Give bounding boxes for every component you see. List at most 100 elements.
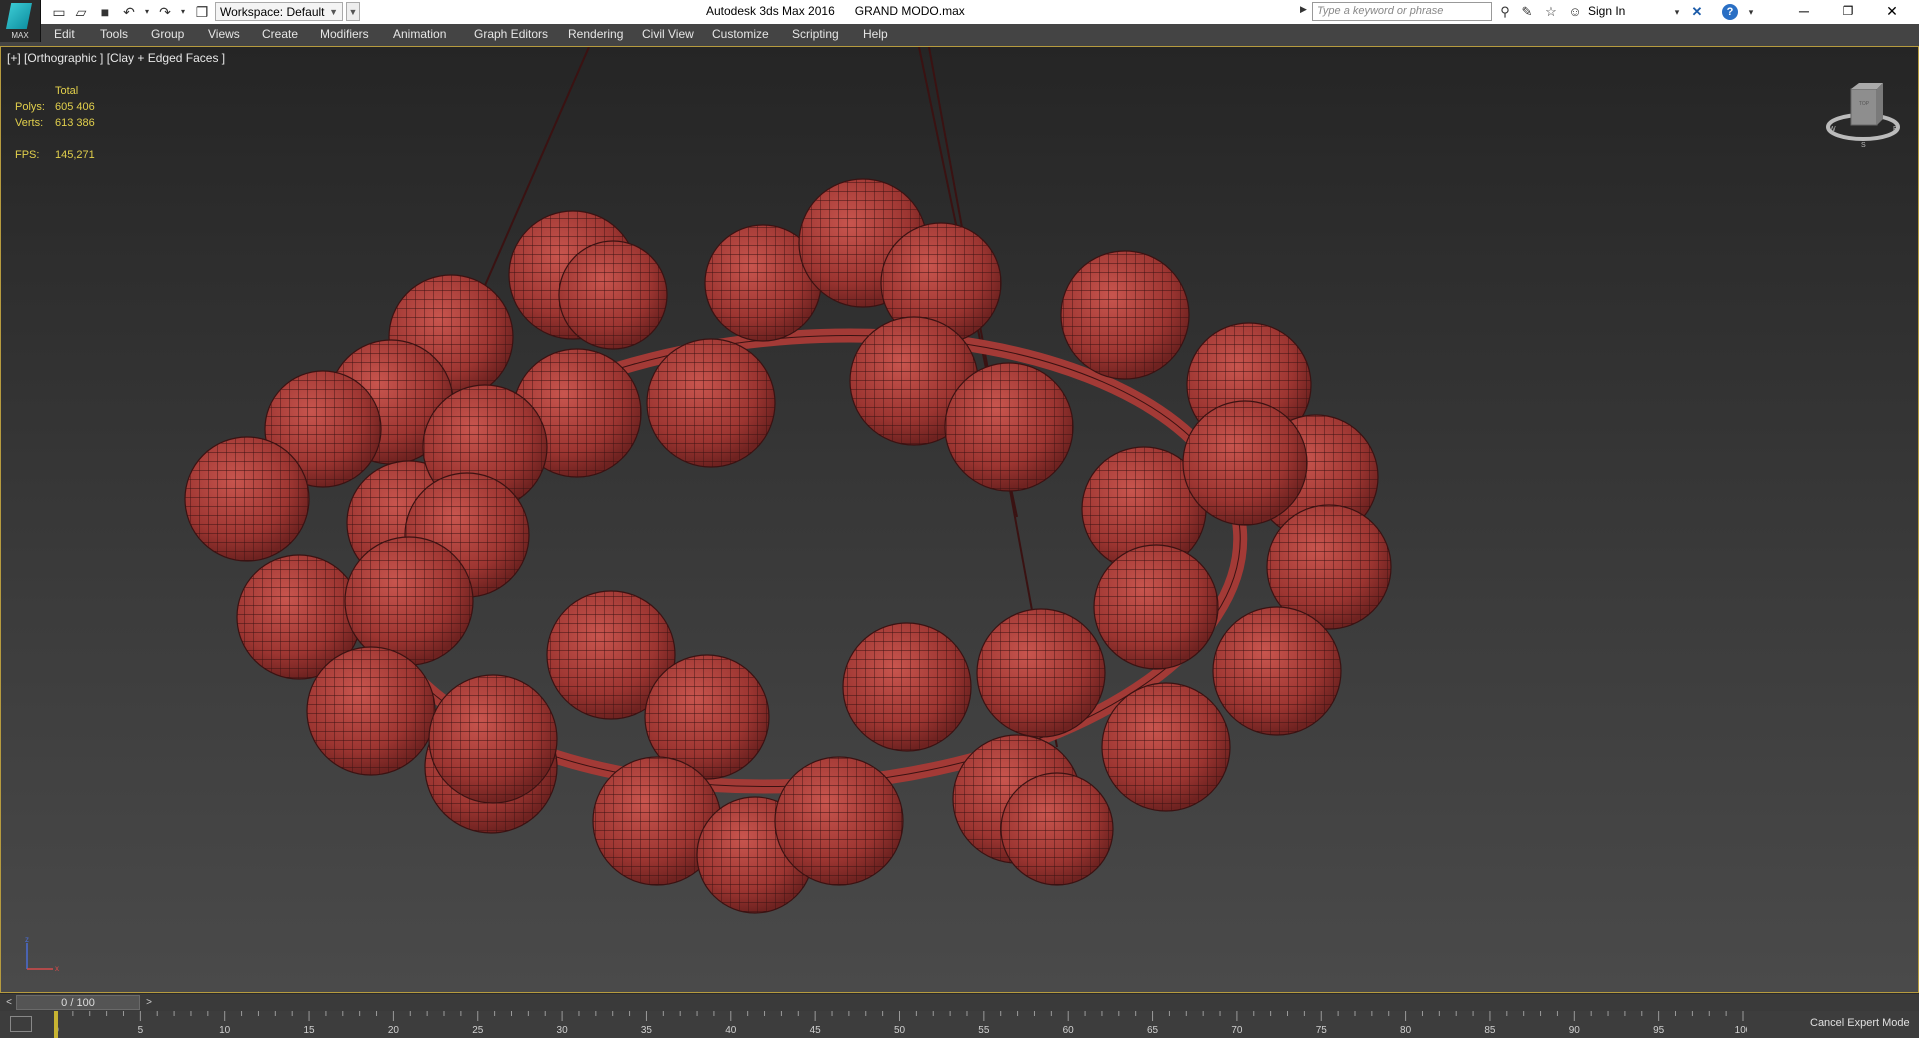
perspective-viewport[interactable]: [+] [Orthographic ] [Clay + Edged Faces …: [0, 46, 1919, 993]
project-folder-icon[interactable]: ❐: [193, 3, 211, 21]
open-file-icon[interactable]: ▱: [72, 3, 90, 21]
pendant-sphere-wireframe: [774, 756, 904, 886]
ruler-tick-label: 15: [303, 1025, 315, 1036]
new-file-icon[interactable]: ▭: [50, 3, 68, 21]
previous-frame-icon[interactable]: <: [2, 996, 16, 1010]
menu-rendering[interactable]: Rendering: [568, 27, 623, 41]
sphere-group: [184, 178, 1392, 914]
sign-in-dropdown-icon[interactable]: ▾: [1668, 3, 1686, 21]
pendant-sphere-wireframe: [1182, 400, 1308, 526]
binoculars-icon[interactable]: ⚲: [1496, 3, 1514, 21]
pendant-sphere-wireframe: [1000, 772, 1114, 886]
viewport-label-menu[interactable]: [+] [Orthographic ] [Clay + Edged Faces …: [7, 51, 225, 65]
user-icon[interactable]: ☺: [1566, 3, 1584, 21]
ruler-tick-label: 75: [1316, 1025, 1328, 1036]
menu-tools[interactable]: Tools: [100, 27, 128, 41]
menu-graph-editors[interactable]: Graph Editors: [474, 27, 548, 41]
ruler-tick-label: 5: [138, 1025, 144, 1036]
undo-icon[interactable]: ↶: [120, 3, 138, 21]
menu-create[interactable]: Create: [262, 27, 298, 41]
undo-dropdown-icon[interactable]: ▾: [138, 3, 156, 21]
menu-civil-view[interactable]: Civil View: [642, 27, 694, 41]
ruler-tick-label: 100: [1735, 1025, 1747, 1036]
ruler-tick-label: 95: [1653, 1025, 1665, 1036]
pendant-sphere-wireframe: [558, 240, 668, 350]
title-bar: MAX ▭ ▱ ■ ↶ ▾ ↷ ▾ ❐ Workspace: Default ▼…: [0, 0, 1919, 42]
chevron-down-icon: ▼: [329, 7, 338, 17]
menu-group[interactable]: Group: [151, 27, 184, 41]
pendant-sphere-wireframe: [646, 338, 776, 468]
viewcube[interactable]: TOP W E S: [1825, 81, 1901, 151]
stats-header: Total: [55, 85, 79, 97]
axis-tripod-icon: z x: [25, 935, 59, 973]
workspace-label: Workspace: Default: [220, 5, 325, 19]
fps-value: 145,271: [55, 149, 95, 161]
ruler-tick-label: 90: [1569, 1025, 1581, 1036]
ruler-tick-label: 65: [1147, 1025, 1159, 1036]
ruler-tick-label: 60: [1063, 1025, 1075, 1036]
pendant-sphere-wireframe: [1060, 250, 1190, 380]
viewcube-east-label: E: [1893, 126, 1898, 133]
pendant-sphere-wireframe: [842, 622, 972, 752]
save-file-icon[interactable]: ■: [96, 3, 114, 21]
viewcube-west-label: W: [1829, 126, 1836, 133]
chandelier-model[interactable]: [1, 47, 1918, 992]
menu-animation[interactable]: Animation: [393, 27, 446, 41]
time-slider[interactable]: < 0 / 100 >: [0, 993, 1919, 1012]
current-frame-marker[interactable]: [54, 1011, 58, 1038]
pendant-sphere-wireframe: [944, 362, 1074, 492]
menu-edit[interactable]: Edit: [54, 27, 75, 41]
quick-access-customize-button[interactable]: ▼: [346, 2, 360, 21]
3dsmax-logo-icon: [6, 3, 32, 29]
ruler-tick-label: 20: [388, 1025, 400, 1036]
menu-scripting[interactable]: Scripting: [792, 27, 839, 41]
help-icon[interactable]: ?: [1722, 4, 1738, 20]
restore-button[interactable]: ❐: [1826, 0, 1870, 24]
close-button[interactable]: ✕: [1870, 0, 1914, 24]
fps-label: FPS:: [15, 149, 40, 161]
mini-curve-editor-icon[interactable]: [10, 1016, 32, 1032]
menu-bar: Edit Tools Group Views Create Modifiers …: [0, 24, 1919, 47]
next-frame-icon[interactable]: >: [142, 996, 156, 1010]
exchange-apps-icon[interactable]: ✕: [1688, 3, 1706, 21]
ruler-tick-label: 30: [557, 1025, 569, 1036]
pendant-sphere-wireframe: [184, 436, 310, 562]
polys-label: Polys:: [15, 101, 45, 113]
axis-x-label: x: [55, 964, 59, 973]
time-slider-thumb[interactable]: 0 / 100: [16, 995, 140, 1010]
menu-customize[interactable]: Customize: [712, 27, 769, 41]
search-input[interactable]: Type a keyword or phrase: [1312, 2, 1492, 21]
redo-dropdown-icon[interactable]: ▾: [174, 3, 192, 21]
ruler-tick-label: 10: [219, 1025, 231, 1036]
cancel-expert-mode-button[interactable]: Cancel Expert Mode: [1810, 1017, 1910, 1029]
pendant-sphere-wireframe: [344, 536, 474, 666]
sign-in-button[interactable]: Sign In: [1588, 4, 1625, 18]
timeline-ruler[interactable]: 0510152025303540455055606570758085909510…: [54, 1011, 1747, 1038]
ruler-tick-label: 25: [472, 1025, 484, 1036]
axis-z-label: z: [25, 935, 29, 944]
minimize-button[interactable]: ─: [1782, 0, 1826, 24]
search-expand-icon[interactable]: ▶: [1300, 4, 1307, 15]
redo-icon[interactable]: ↷: [156, 3, 174, 21]
pendant-sphere-wireframe: [1101, 682, 1231, 812]
menu-views[interactable]: Views: [208, 27, 240, 41]
pendant-sphere-wireframe: [1093, 544, 1219, 670]
window-title: Autodesk 3ds Max 2016 GRAND MODO.max: [706, 4, 965, 18]
app-logo-button[interactable]: MAX: [0, 0, 41, 42]
verts-value: 613 386: [55, 117, 95, 129]
viewcube-top-label: TOP: [1859, 101, 1870, 107]
ruler-tick-label: 70: [1231, 1025, 1243, 1036]
ruler-tick-label: 45: [810, 1025, 822, 1036]
ruler-tick-label: 80: [1400, 1025, 1412, 1036]
subscription-icon[interactable]: ✎: [1518, 3, 1536, 21]
track-bar: 0510152025303540455055606570758085909510…: [0, 1011, 1919, 1038]
help-dropdown-icon[interactable]: ▾: [1742, 3, 1760, 21]
menu-help[interactable]: Help: [863, 27, 888, 41]
favorites-star-icon[interactable]: ☆: [1542, 3, 1560, 21]
workspace-select[interactable]: Workspace: Default ▼: [215, 2, 343, 21]
ruler-tick-label: 50: [894, 1025, 906, 1036]
menu-modifiers[interactable]: Modifiers: [320, 27, 369, 41]
viewcube-south-label: S: [1861, 142, 1866, 149]
pendant-sphere-wireframe: [1212, 606, 1342, 736]
pendant-sphere-wireframe: [976, 608, 1106, 738]
